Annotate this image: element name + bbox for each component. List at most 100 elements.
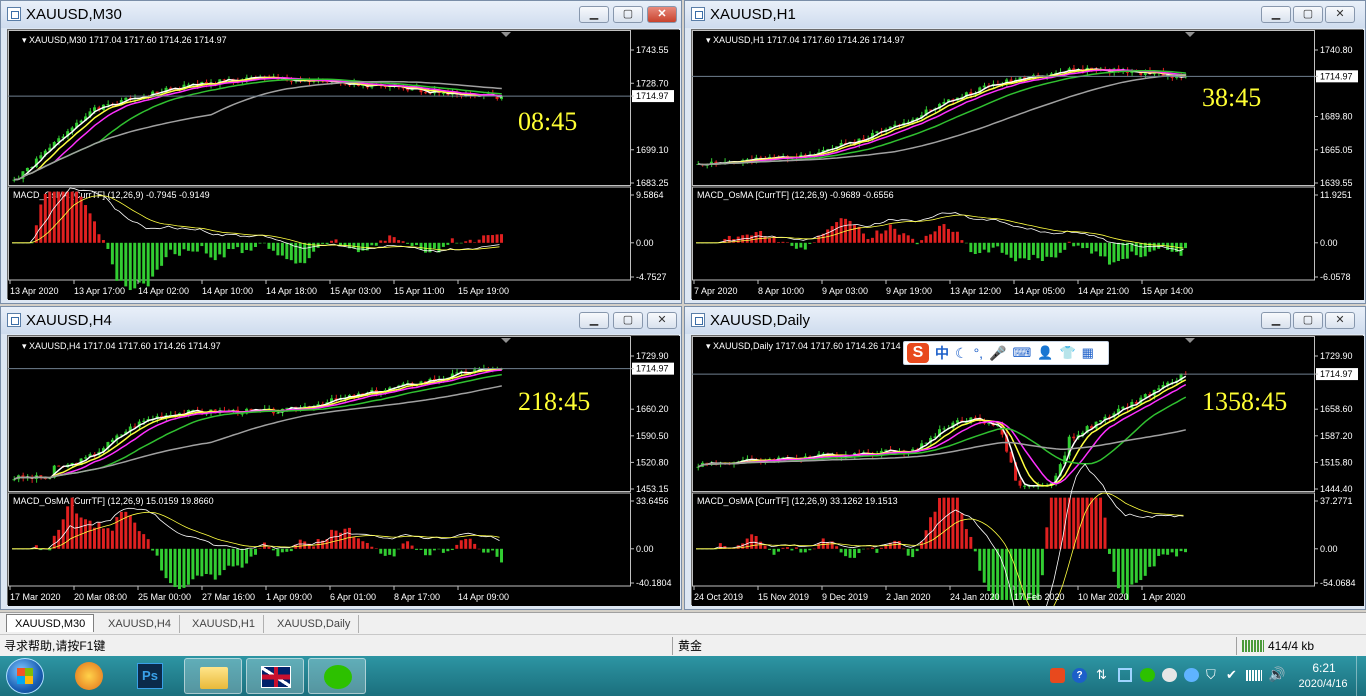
- taskbar-app-explorer[interactable]: [184, 658, 242, 694]
- time-tick-label: 9 Dec 2019: [822, 592, 868, 602]
- title-bar[interactable]: XAUUSD,M30 ▁ ▢ ✕: [1, 1, 681, 28]
- macd-histogram-bar: [500, 234, 503, 243]
- macd-histogram-bar: [870, 547, 874, 549]
- taskbar-app-browser[interactable]: [60, 658, 118, 694]
- taskbar-app-wechat[interactable]: [308, 658, 366, 694]
- moon-icon[interactable]: ☾: [955, 345, 968, 362]
- volume-tray-icon[interactable]: 🔊: [1268, 666, 1285, 683]
- chart-canvas[interactable]: ▾ XAUUSD,Daily 1717.04 1717.60 1714.26 1…: [691, 335, 1364, 606]
- security-tray-icon[interactable]: ✔: [1226, 667, 1237, 683]
- clock-date[interactable]: 2020/4/16: [1292, 678, 1354, 690]
- close-button[interactable]: ✕: [647, 312, 677, 329]
- macd-histogram-bar: [1076, 497, 1080, 549]
- keyboard-icon[interactable]: ⌨: [1013, 345, 1032, 361]
- network-tray-icon[interactable]: ⇅: [1096, 667, 1107, 683]
- macd-histogram-bar: [906, 235, 910, 243]
- close-button[interactable]: ✕: [1325, 6, 1355, 23]
- clock-time[interactable]: 6:21: [1304, 661, 1344, 675]
- tab-xauusd-h1[interactable]: XAUUSD,H1: [184, 615, 264, 633]
- macd-histogram-bar: [1085, 497, 1089, 549]
- macd-histogram-bar: [759, 541, 763, 549]
- cloud-tray-icon[interactable]: [1184, 668, 1199, 682]
- macd-histogram-bar: [133, 242, 137, 289]
- time-tick-label: 10 Mar 2020: [1078, 592, 1129, 602]
- minimize-button[interactable]: ▁: [1261, 6, 1291, 23]
- macd-histogram-bar: [942, 224, 946, 243]
- macd-histogram-bar: [423, 548, 427, 556]
- macd-histogram-bar: [459, 540, 463, 549]
- chat-tray-icon[interactable]: [1162, 668, 1177, 682]
- chart-background: [8, 336, 680, 606]
- macd-histogram-bar: [763, 545, 767, 549]
- chart-window-h4[interactable]: XAUUSD,H4 ▁ ▢ ✕ ▾ XAUUSD,H4 1717.04 1717…: [0, 306, 682, 610]
- shield-tray-icon[interactable]: ⛉: [1206, 667, 1216, 683]
- macd-histogram-bar: [142, 242, 146, 284]
- user-icon[interactable]: 👤: [1037, 345, 1053, 361]
- sogou-logo-icon[interactable]: S: [907, 343, 929, 363]
- chart-canvas[interactable]: ▾ XAUUSD,H4 1717.04 1717.60 1714.26 1714…: [7, 335, 680, 606]
- macd-histogram-bar: [799, 548, 803, 553]
- macd-histogram-bar: [951, 231, 955, 243]
- signal-tray-icon[interactable]: [1246, 670, 1262, 681]
- macd-histogram-bar: [477, 548, 481, 550]
- macd-histogram-bar: [200, 242, 204, 247]
- time-tick-label: 6 Apr 01:00: [330, 592, 376, 602]
- maximize-button[interactable]: ▢: [613, 6, 643, 23]
- macd-histogram-bar: [222, 548, 226, 571]
- time-tick-label: 24 Oct 2019: [694, 592, 743, 602]
- candle-body: [124, 97, 128, 101]
- macd-histogram-bar: [195, 548, 199, 576]
- close-button[interactable]: ✕: [1325, 312, 1355, 329]
- time-tick-label: 14 Apr 21:00: [1078, 286, 1129, 296]
- chart-canvas[interactable]: ▾ XAUUSD,M30 1717.04 1717.60 1714.26 171…: [7, 29, 680, 300]
- minimize-button[interactable]: ▁: [1261, 312, 1291, 329]
- chart-window-daily[interactable]: XAUUSD,Daily ▁ ▢ ✕ ▾ XAUUSD,Daily 1717.0…: [684, 306, 1366, 610]
- title-bar[interactable]: XAUUSD,H1 ▁ ▢ ✕: [685, 1, 1365, 28]
- time-tick-label: 15 Apr 11:00: [394, 286, 444, 296]
- tab-xauusd-daily[interactable]: XAUUSD,Daily: [269, 615, 360, 633]
- price-tick-label: 1740.80: [1320, 45, 1353, 55]
- box-tray-icon[interactable]: [1118, 668, 1132, 682]
- price-tick-label: 1689.80: [1320, 112, 1353, 122]
- maximize-button[interactable]: ▢: [1293, 312, 1323, 329]
- title-bar[interactable]: XAUUSD,H4 ▁ ▢ ✕: [1, 307, 681, 334]
- taskbar-app-mt4[interactable]: [246, 658, 304, 694]
- macd-histogram-bar: [1170, 548, 1174, 553]
- maximize-button[interactable]: ▢: [613, 312, 643, 329]
- window-title: XAUUSD,H1: [710, 6, 796, 23]
- taskbar-app-photoshop[interactable]: Ps: [122, 658, 180, 694]
- chart-canvas[interactable]: ▾ XAUUSD,H1 1717.04 1717.60 1714.26 1714…: [691, 29, 1364, 300]
- macd-histogram-bar: [303, 242, 307, 264]
- wechat-tray-icon[interactable]: [1140, 668, 1155, 682]
- macd-histogram-bar: [1099, 497, 1103, 549]
- macd-histogram-bar: [106, 528, 110, 549]
- minimize-button[interactable]: ▁: [579, 312, 609, 329]
- ime-toolbar[interactable]: S 中 ☾ °, 🎤 ⌨ 👤 👕 ▦: [903, 341, 1109, 365]
- price-tick-label: 1714.97: [1320, 71, 1353, 81]
- macd-histogram-bar: [790, 242, 794, 246]
- macd-histogram-bar: [893, 228, 897, 243]
- folder-icon: [200, 667, 228, 689]
- title-bar[interactable]: XAUUSD,Daily ▁ ▢ ✕: [685, 307, 1365, 334]
- shirt-icon[interactable]: 👕: [1059, 345, 1075, 361]
- punctuation-icon[interactable]: °,: [974, 345, 984, 361]
- tab-xauusd-h4[interactable]: XAUUSD,H4: [100, 615, 180, 633]
- chart-window-h1[interactable]: XAUUSD,H1 ▁ ▢ ✕ ▾ XAUUSD,H1 1717.04 1717…: [684, 0, 1366, 304]
- time-tick-label: 14 Apr 09:00: [458, 592, 509, 602]
- grid-icon[interactable]: ▦: [1082, 345, 1094, 361]
- price-tick-label: 1683.25: [636, 178, 669, 188]
- maximize-button[interactable]: ▢: [1293, 6, 1323, 23]
- minimize-button[interactable]: ▁: [579, 6, 609, 23]
- tab-xauusd-m30[interactable]: XAUUSD,M30: [6, 614, 95, 632]
- macd-histogram-bar: [262, 242, 266, 244]
- macd-histogram-bar: [423, 242, 427, 253]
- show-desktop-button[interactable]: [1356, 656, 1366, 696]
- help-tray-icon[interactable]: ?: [1072, 668, 1087, 683]
- sogou-tray-icon[interactable]: [1050, 668, 1065, 683]
- ime-mode-toggle[interactable]: 中: [935, 343, 949, 363]
- close-button[interactable]: ✕: [647, 6, 677, 23]
- windows-logo-icon: [17, 668, 33, 684]
- microphone-icon[interactable]: 🎤: [989, 345, 1006, 362]
- macd-histogram-bar: [455, 544, 459, 549]
- chart-window-m30[interactable]: XAUUSD,M30 ▁ ▢ ✕ ▾ XAUUSD,M30 1717.04 17…: [0, 0, 682, 304]
